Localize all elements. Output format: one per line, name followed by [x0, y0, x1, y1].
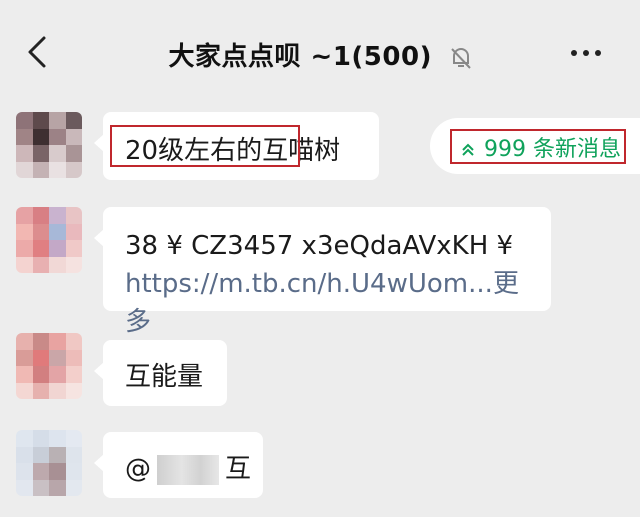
avatar[interactable]: [16, 207, 82, 273]
message-text: 38 ¥ CZ3457 x3eQdaAVxKH ¥: [125, 231, 514, 261]
avatar[interactable]: [16, 430, 82, 496]
avatar[interactable]: [16, 112, 82, 178]
more-dots-icon[interactable]: [568, 50, 604, 56]
message-text: 互能量: [125, 362, 204, 392]
highlight-box: [450, 129, 626, 164]
highlight-box: [110, 125, 300, 167]
avatar[interactable]: [16, 333, 82, 399]
message-text: 互: [225, 454, 252, 484]
message-bubble[interactable]: @ 互: [94, 432, 263, 498]
message-bubble[interactable]: 38 ¥ CZ3457 x3eQdaAVxKH ¥ https://m.tb.c…: [94, 207, 551, 337]
chat-title: 大家点点呗 ~1(500): [168, 42, 432, 72]
chat-header: 大家点点呗 ~1(500): [0, 0, 640, 100]
message-link[interactable]: https://m.tb.cn/h.U4wUom...: [125, 269, 493, 299]
chat-title-row: 大家点点呗 ~1(500): [0, 36, 640, 73]
redacted-name: [157, 454, 219, 485]
bell-muted-icon: [450, 47, 471, 69]
message-bubble[interactable]: 互能量: [94, 340, 227, 406]
mention-prefix: @: [125, 454, 151, 484]
